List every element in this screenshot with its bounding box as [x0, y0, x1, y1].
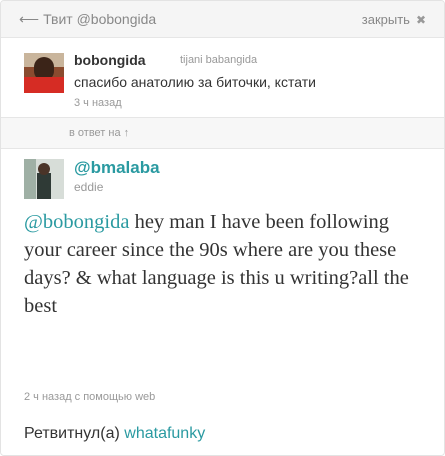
- close-label: закрыть: [361, 12, 410, 27]
- in-reply-to-label[interactable]: в ответ на ↑: [69, 127, 129, 139]
- back-arrow-icon: ⟵: [19, 11, 40, 27]
- in-reply-to-divider: в ответ на ↑: [1, 117, 444, 149]
- reply-tweet-text: спасибо анатолию за биточки, кстати: [74, 74, 316, 90]
- tweet-username[interactable]: @bmalaba: [74, 158, 160, 178]
- avatar[interactable]: [24, 53, 64, 93]
- avatar[interactable]: [24, 159, 64, 199]
- mention-link[interactable]: @bobongida: [24, 211, 129, 233]
- reply-username[interactable]: bobongida: [74, 52, 146, 68]
- in-reply-to-tweet: bobongida tijani babangida спасибо анато…: [1, 38, 444, 115]
- tweet-display-name: eddie: [74, 180, 104, 194]
- via-label: с помощью: [74, 391, 133, 403]
- back-link[interactable]: ⟵ Твит @bobongida: [19, 11, 156, 28]
- tweet-text: @bobongida hey man I have been following…: [24, 208, 429, 320]
- tweet-meta: 2 ч назад с помощью web: [24, 391, 155, 403]
- close-icon: ✖: [415, 13, 426, 27]
- avatar-body: [37, 173, 51, 199]
- tweet-details-panel: ⟵ Твит @bobongida закрыть ✖ bobongida tija…: [0, 0, 445, 456]
- retweeted-by: Ретвитнул(а) whatafunky: [24, 425, 205, 443]
- avatar-head: [38, 163, 50, 175]
- reply-timestamp[interactable]: 3 ч назад: [74, 97, 122, 109]
- reply-display-name: tijani babangida: [180, 54, 258, 66]
- main-tweet: @bmalaba eddie @bobongida hey man I have…: [1, 149, 444, 455]
- retweeter-link[interactable]: whatafunky: [124, 425, 205, 442]
- close-button[interactable]: закрыть ✖: [362, 12, 426, 27]
- tweet-timestamp[interactable]: 2 ч назад: [24, 391, 72, 403]
- panel-header: ⟵ Твит @bobongida закрыть ✖: [1, 1, 444, 38]
- source-link[interactable]: web: [135, 391, 155, 403]
- avatar-background: [24, 159, 36, 199]
- avatar-shirt: [24, 77, 64, 93]
- retweeted-label: Ретвитнул(а): [24, 425, 120, 442]
- back-label: Твит @bobongida: [43, 11, 157, 27]
